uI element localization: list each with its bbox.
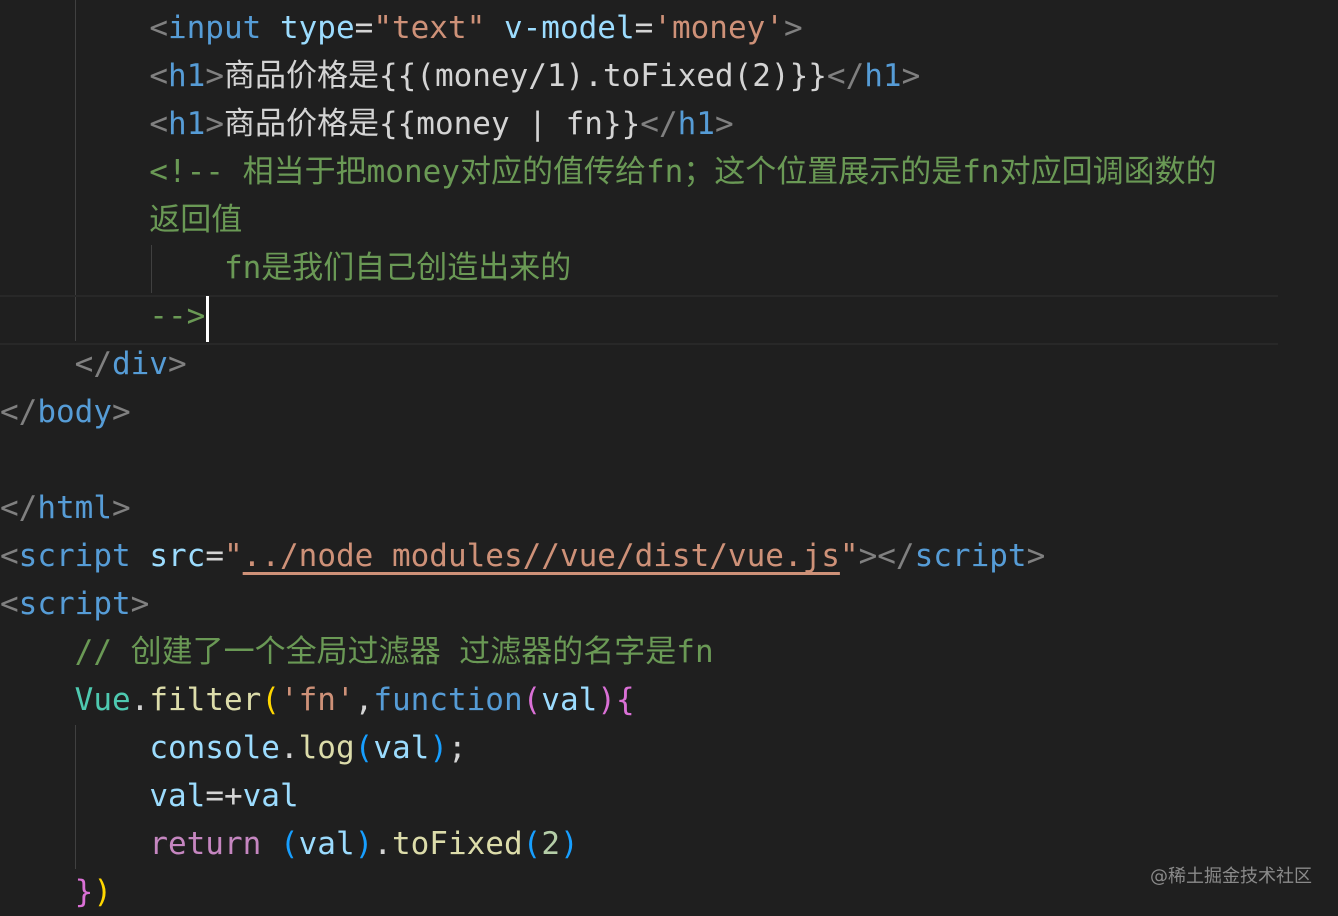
code-line[interactable]: <h1>商品价格是{{money | fn}}</h1> (0, 100, 733, 148)
operator: =+ (205, 778, 243, 814)
comment-line[interactable]: // 创建了一个全局过滤器 过滤器的名字是fn (0, 628, 714, 676)
tag-name: div (111, 346, 168, 382)
tag-name: script (18, 538, 131, 574)
comment-line[interactable]: --> (0, 292, 205, 340)
tag-name: h1 (677, 106, 715, 142)
method-name: toFixed (391, 826, 523, 862)
tag-name: h1 (864, 58, 902, 94)
code-line[interactable]: console.log(val); (0, 724, 466, 772)
parameter: val (541, 682, 598, 718)
tag-name: body (37, 394, 112, 430)
code-editor[interactable]: <input type="text" v-model='money'> <h1>… (0, 0, 1338, 914)
code-line[interactable]: }) (0, 868, 112, 916)
code-line[interactable]: </body> (0, 388, 131, 436)
identifier: console (149, 730, 280, 766)
text-content: 商品价格是{{money | fn}} (223, 106, 641, 142)
number-literal: 2 (541, 826, 560, 862)
code-line[interactable]: <script src="../node_modules//vue/dist/v… (0, 532, 1045, 580)
watermark: @稀土掘金技术社区 (1150, 866, 1312, 887)
code-line[interactable]: <h1>商品价格是{{(money/1).toFixed(2)}}</h1> (0, 52, 920, 100)
tag-name: html (37, 490, 112, 526)
string-literal: 'fn' (279, 682, 355, 718)
tag-name: script (914, 538, 1027, 574)
code-line[interactable]: Vue.filter('fn',function(val){ (0, 676, 635, 724)
script-src-link[interactable]: ../node_modules//vue/dist/vue.js (243, 538, 840, 574)
keyword: return (149, 826, 262, 862)
comment-line[interactable]: 返回值 (0, 196, 242, 244)
tag-name: h1 (167, 106, 206, 142)
method-name: filter (149, 682, 262, 718)
keyword: function (373, 682, 523, 718)
code-line[interactable]: <script> (0, 580, 149, 628)
code-line[interactable]: <input type="text" v-model='money'> (0, 4, 802, 52)
text-cursor (206, 296, 209, 342)
attribute-value: 'money' (653, 10, 784, 46)
tag-name: input (167, 10, 262, 46)
code-line[interactable]: return (val).toFixed(2) (0, 820, 578, 868)
attribute-value: "text" (373, 10, 486, 46)
comment-line[interactable]: fn是我们自己创造出来的 (0, 244, 571, 292)
identifier: val (242, 778, 299, 814)
parameter: val (373, 730, 430, 766)
attribute-name: v-model (503, 10, 635, 46)
tag-name: h1 (167, 58, 206, 94)
identifier: Vue (74, 682, 131, 718)
attribute-name: src (149, 538, 206, 574)
code-line[interactable]: </html> (0, 484, 131, 532)
method-name: log (298, 730, 355, 766)
comment-line[interactable]: <!-- 相当于把money对应的值传给fn；这个位置展示的是fn对应回调函数的 (0, 148, 1216, 196)
code-line[interactable]: val=+val (0, 772, 299, 820)
identifier: val (149, 778, 206, 814)
code-line[interactable]: </div> (0, 340, 187, 388)
parameter: val (298, 826, 355, 862)
attribute-name: type (279, 10, 355, 46)
tag-name: script (18, 586, 131, 622)
text-content: 商品价格是{{(money/1).toFixed(2)}} (223, 58, 827, 94)
